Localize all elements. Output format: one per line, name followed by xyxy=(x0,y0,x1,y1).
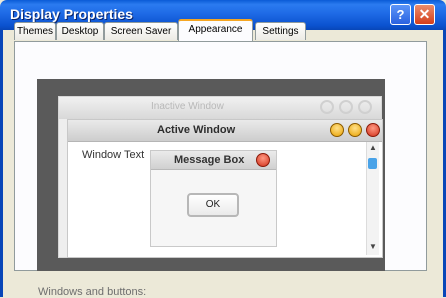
message-box-close-icon xyxy=(256,153,270,167)
help-button[interactable]: ? xyxy=(390,4,411,25)
scroll-thumb xyxy=(368,158,377,169)
scroll-down-icon: ▼ xyxy=(369,242,377,251)
inactive-close-icon xyxy=(358,100,372,114)
tab-appearance[interactable]: Appearance xyxy=(178,19,253,41)
inactive-title-bar: Inactive Window xyxy=(59,97,381,119)
windows-and-buttons-label: Windows and buttons: xyxy=(38,286,147,298)
window-title: Display Properties xyxy=(10,6,133,22)
inactive-maximize-icon xyxy=(339,100,353,114)
scroll-up-icon: ▲ xyxy=(369,143,377,152)
tab-screen-saver[interactable]: Screen Saver xyxy=(104,22,178,40)
tab-settings[interactable]: Settings xyxy=(255,22,306,40)
preview-scrollbar: ▲ ▼ xyxy=(366,142,379,255)
inactive-window-title: Inactive Window xyxy=(151,101,224,112)
tab-desktop[interactable]: Desktop xyxy=(56,22,104,40)
maximize-icon xyxy=(348,123,362,137)
close-icon: ✕ xyxy=(418,6,431,22)
ok-button-preview: OK xyxy=(187,193,239,217)
active-window-title: Active Window xyxy=(157,124,236,136)
close-icon xyxy=(366,123,380,137)
active-title-bar: Active Window xyxy=(68,120,382,142)
help-icon: ? xyxy=(396,7,405,22)
close-button[interactable]: ✕ xyxy=(414,4,435,25)
window-text: Window Text xyxy=(82,149,145,161)
tab-themes[interactable]: Themes xyxy=(14,22,56,40)
minimize-icon xyxy=(330,123,344,137)
message-box-preview: Message Box OK xyxy=(150,150,277,247)
inactive-minimize-icon xyxy=(320,100,334,114)
message-box-title-bar: Message Box xyxy=(151,151,276,170)
message-box-title: Message Box xyxy=(174,154,245,166)
